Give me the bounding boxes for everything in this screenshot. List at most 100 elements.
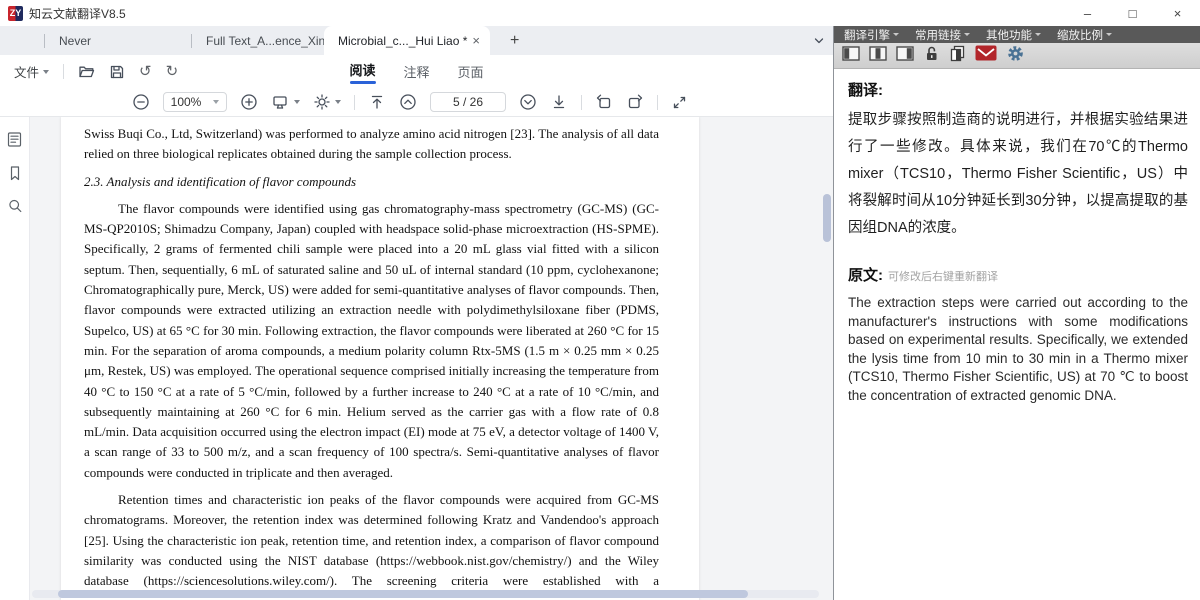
window-controls: – □ × [1065,0,1200,26]
tab-label: Microbial_c..._Hui Liao * [338,34,467,48]
next-page-button[interactable] [519,93,537,111]
scroll-to-bottom-button[interactable] [550,93,568,111]
tab-close-icon[interactable]: × [470,33,482,48]
copy-icon [949,45,966,62]
translation-iconbar [834,43,1200,69]
rotate-left-button[interactable] [595,93,613,111]
fullscreen-button[interactable] [671,94,688,111]
sidebar-rail [0,117,30,600]
save-button[interactable] [109,64,125,80]
close-button[interactable]: × [1155,0,1200,26]
app-logo-icon: ZY [8,6,23,21]
vertical-scrollbar-thumb[interactable] [823,194,831,242]
unlock-button[interactable] [923,45,940,67]
dropdown-caret-icon [43,70,49,74]
toolbar-divider [354,95,355,110]
search-button[interactable] [7,198,23,214]
redo-button[interactable]: ↻ [166,64,179,79]
main-toolbar: 文件 ↺ ↻ [0,55,833,88]
brightness-button[interactable] [313,93,341,111]
bookmarks-button[interactable] [7,165,23,181]
menu-other-functions[interactable]: 其他功能 [986,27,1041,43]
toolbar-divider [657,95,658,110]
original-hint: 可修改后右键重新翻译 [888,271,998,283]
page-number-input[interactable]: 5 / 26 [430,92,506,112]
arrow-to-bottom-icon [550,93,568,111]
menu-zoom-ratio[interactable]: 缩放比例 [1057,27,1112,43]
tab-overflow-chevron-icon[interactable] [813,35,825,47]
menu-translation-engine[interactable]: 翻译引擎 [844,27,899,43]
original-heading: 原文: [848,267,883,284]
layout-center-button[interactable] [869,46,887,66]
menu-label: 其他功能 [986,27,1032,43]
tab-never[interactable]: Never [45,26,191,55]
file-menu[interactable]: 文件 [14,62,49,81]
dropdown-caret-icon [1035,33,1041,36]
mail-button[interactable] [975,45,997,66]
pdf-page[interactable]: Swiss Buqi Co., Ltd, Switzerland) was pe… [61,117,699,600]
gear-icon [1006,44,1025,63]
undo-button[interactable]: ↺ [139,64,152,79]
settings-button[interactable] [1006,44,1025,68]
display-mode-icon [271,93,290,111]
app-window: ZY 知云文献翻译V8.5 – □ × Never Full Text_A...… [0,0,1200,600]
menu-label: 缩放比例 [1057,27,1103,43]
brightness-icon [313,93,331,111]
doc-horizontal-scrollbar[interactable] [32,590,819,598]
doc-paragraph[interactable]: The flavor compounds were identified usi… [84,199,659,483]
layout-left-icon [842,46,860,61]
search-icon [7,198,23,214]
translation-menubar: 翻译引擎 常用链接 其他功能 缩放比例 [834,26,1200,43]
zoom-in-button[interactable] [240,93,258,111]
toolbar-divider [581,95,582,110]
tab-microbial-active[interactable]: Microbial_c..._Hui Liao * × [324,26,490,55]
zoom-out-button[interactable] [132,93,150,111]
minus-circle-icon [132,93,150,111]
tab-fulltext-xinhua[interactable]: Full Text_A...ence_Xinhua [192,26,324,55]
folder-open-icon [78,63,95,80]
view-mode-tabs: 阅读 注释 页面 [349,55,483,88]
file-menu-label: 文件 [14,62,39,81]
menu-label: 翻译引擎 [844,27,890,43]
layout-right-button[interactable] [896,46,914,66]
reader-pane: Never Full Text_A...ence_Xinhua Microbia… [0,26,834,600]
pdf-viewport[interactable]: Swiss Buqi Co., Ltd, Switzerland) was pe… [30,117,833,600]
tab-annotate[interactable]: 注释 [403,62,429,81]
zoom-level-select[interactable]: 100% [163,92,227,112]
menu-common-links[interactable]: 常用链接 [915,27,970,43]
tab-read[interactable]: 阅读 [349,60,375,84]
unlock-icon [923,45,940,62]
display-mode-button[interactable] [271,93,300,111]
dropdown-caret-icon [294,100,300,104]
tab-page[interactable]: 页面 [458,62,484,81]
thumbnails-button[interactable] [6,131,23,148]
dropdown-caret-icon [964,33,970,36]
layout-left-button[interactable] [842,46,860,66]
rotate-right-icon [626,93,644,111]
prev-page-button[interactable] [399,93,417,111]
new-tab-button[interactable]: + [504,31,525,51]
dropdown-caret-icon [335,100,341,104]
doc-paragraph[interactable]: Swiss Buqi Co., Ltd, Switzerland) was pe… [84,124,659,165]
copy-button[interactable] [949,45,966,67]
doc-paragraph[interactable]: Retention times and characteristic ion p… [84,490,659,591]
horizontal-scrollbar-thumb[interactable] [58,590,748,598]
original-text[interactable]: The extraction steps were carried out ac… [848,294,1188,406]
doc-section-heading[interactable]: 2.3. Analysis and identification of flav… [84,172,659,192]
minimize-button[interactable]: – [1065,0,1110,26]
document-area: Swiss Buqi Co., Ltd, Switzerland) was pe… [0,117,833,600]
scroll-to-top-button[interactable] [368,93,386,111]
view-toolbar: 100% [0,88,833,117]
toolbar-divider [63,64,64,79]
dropdown-caret-icon [213,100,219,104]
bookmark-icon [7,165,23,181]
doc-vertical-scrollbar[interactable] [823,117,831,600]
rotate-right-button[interactable] [626,93,644,111]
translation-text: 提取步骤按照制造商的说明进行，并根据实验结果进行了一些修改。具体来说，我们在70… [848,107,1188,242]
page-indicator-value: 5 / 26 [453,95,483,109]
tab-label: Never [59,34,91,48]
plus-circle-icon [240,93,258,111]
open-file-button[interactable] [78,63,95,80]
maximize-button[interactable]: □ [1110,0,1155,26]
rotate-left-icon [595,93,613,111]
